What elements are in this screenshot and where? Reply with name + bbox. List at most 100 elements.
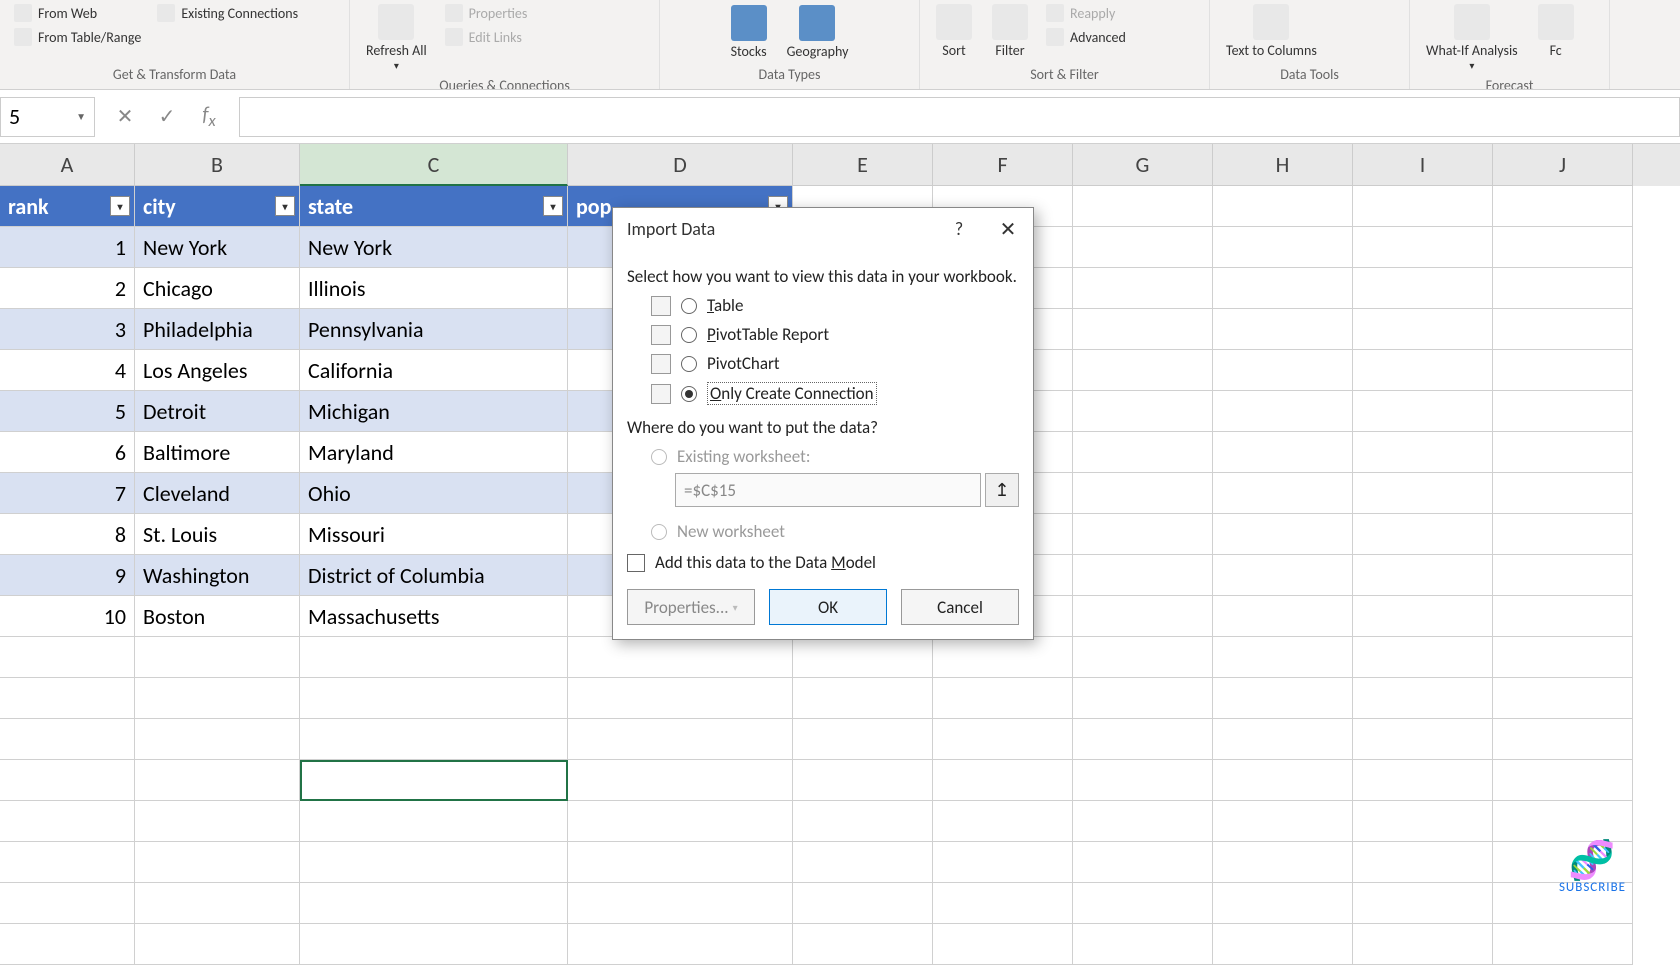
cell-rank[interactable]: 8 — [0, 514, 135, 555]
empty-cell[interactable] — [135, 760, 300, 801]
empty-cell[interactable] — [1073, 227, 1213, 268]
empty-cell[interactable] — [793, 637, 933, 678]
empty-cell[interactable] — [1493, 678, 1633, 719]
cell-state[interactable]: Illinois — [300, 268, 568, 309]
empty-cell[interactable] — [793, 719, 933, 760]
empty-cell[interactable] — [1213, 473, 1353, 514]
cell-rank[interactable]: 9 — [0, 555, 135, 596]
cell-city[interactable]: Los Angeles — [135, 350, 300, 391]
empty-cell[interactable] — [1073, 596, 1213, 637]
empty-cell[interactable] — [1353, 637, 1493, 678]
cell-city[interactable]: Washington — [135, 555, 300, 596]
empty-cell[interactable] — [1073, 637, 1213, 678]
cell-city[interactable]: Chicago — [135, 268, 300, 309]
cancel-formula-button[interactable]: ✕ — [107, 99, 143, 135]
cell-state[interactable]: Michigan — [300, 391, 568, 432]
empty-cell[interactable] — [1213, 637, 1353, 678]
radio-pivotchart[interactable] — [681, 356, 697, 372]
empty-cell[interactable] — [1493, 350, 1633, 391]
empty-cell[interactable] — [1353, 596, 1493, 637]
advanced-button[interactable]: Advanced — [1042, 26, 1130, 48]
col-header-F[interactable]: F — [933, 144, 1073, 186]
empty-cell[interactable] — [0, 801, 135, 842]
empty-cell[interactable] — [0, 883, 135, 924]
empty-cell[interactable] — [1493, 555, 1633, 596]
empty-cell[interactable] — [1353, 268, 1493, 309]
empty-cell[interactable] — [0, 842, 135, 883]
empty-cell[interactable] — [300, 801, 568, 842]
empty-cell[interactable] — [1213, 227, 1353, 268]
from-web-button[interactable]: From Web — [10, 2, 145, 24]
empty-cell[interactable] — [1073, 678, 1213, 719]
empty-cell[interactable] — [1073, 883, 1213, 924]
empty-cell[interactable] — [1493, 309, 1633, 350]
empty-cell[interactable] — [1213, 596, 1353, 637]
col-header-G[interactable]: G — [1073, 144, 1213, 186]
empty-cell[interactable] — [300, 883, 568, 924]
geography-button[interactable]: Geography — [781, 3, 855, 62]
filter-button[interactable]: Filter — [986, 2, 1034, 61]
empty-cell[interactable] — [1073, 186, 1213, 227]
existing-connections-button[interactable]: Existing Connections — [153, 2, 302, 24]
empty-cell[interactable] — [1073, 432, 1213, 473]
empty-cell[interactable] — [1493, 596, 1633, 637]
empty-cell[interactable] — [1213, 760, 1353, 801]
col-header-H[interactable]: H — [1213, 144, 1353, 186]
cell-city[interactable]: New York — [135, 227, 300, 268]
col-header-A[interactable]: A — [0, 144, 135, 186]
chevron-down-icon[interactable]: ▼ — [76, 110, 86, 123]
empty-cell[interactable] — [1213, 883, 1353, 924]
table-header-city[interactable]: city▾ — [135, 186, 300, 227]
empty-cell[interactable] — [1213, 350, 1353, 391]
dialog-help-button[interactable]: ? — [939, 208, 979, 250]
empty-cell[interactable] — [135, 801, 300, 842]
empty-cell[interactable] — [135, 678, 300, 719]
empty-cell[interactable] — [933, 678, 1073, 719]
empty-cell[interactable] — [568, 719, 793, 760]
empty-cell[interactable] — [793, 678, 933, 719]
cell-rank[interactable]: 10 — [0, 596, 135, 637]
cell-rank[interactable]: 1 — [0, 227, 135, 268]
empty-cell[interactable] — [1073, 555, 1213, 596]
ok-button[interactable]: OK — [769, 589, 887, 625]
what-if-button[interactable]: What-If Analysis▾ — [1420, 2, 1524, 74]
empty-cell[interactable] — [1493, 760, 1633, 801]
radio-table[interactable] — [681, 298, 697, 314]
empty-cell[interactable] — [933, 719, 1073, 760]
checkbox-data-model[interactable] — [627, 554, 645, 572]
empty-cell[interactable] — [1353, 801, 1493, 842]
empty-cell[interactable] — [0, 678, 135, 719]
empty-cell[interactable] — [568, 678, 793, 719]
empty-cell[interactable] — [1073, 268, 1213, 309]
empty-cell[interactable] — [1213, 186, 1353, 227]
empty-cell[interactable] — [933, 883, 1073, 924]
filter-dropdown-icon[interactable]: ▾ — [543, 196, 563, 216]
empty-cell[interactable] — [1213, 555, 1353, 596]
empty-cell[interactable] — [300, 842, 568, 883]
cell-state[interactable]: Massachusetts — [300, 596, 568, 637]
empty-cell[interactable] — [1353, 432, 1493, 473]
empty-cell[interactable] — [1213, 309, 1353, 350]
col-header-E[interactable]: E — [793, 144, 933, 186]
cell-city[interactable]: Boston — [135, 596, 300, 637]
empty-cell[interactable] — [1213, 801, 1353, 842]
empty-cell[interactable] — [1353, 350, 1493, 391]
empty-cell[interactable] — [1073, 760, 1213, 801]
empty-cell[interactable] — [1213, 719, 1353, 760]
empty-cell[interactable] — [1493, 268, 1633, 309]
empty-cell[interactable] — [568, 637, 793, 678]
empty-cell[interactable] — [1213, 268, 1353, 309]
empty-cell[interactable] — [1353, 719, 1493, 760]
empty-cell[interactable] — [1213, 432, 1353, 473]
col-header-I[interactable]: I — [1353, 144, 1493, 186]
empty-cell[interactable] — [1073, 719, 1213, 760]
empty-cell[interactable] — [300, 678, 568, 719]
empty-cell[interactable] — [568, 760, 793, 801]
cell-rank[interactable]: 5 — [0, 391, 135, 432]
cell-rank[interactable]: 2 — [0, 268, 135, 309]
sort-button[interactable]: Sort — [930, 2, 978, 61]
cell-city[interactable]: Philadelphia — [135, 309, 300, 350]
empty-cell[interactable] — [135, 719, 300, 760]
cell-state[interactable]: Pennsylvania — [300, 309, 568, 350]
cell-city[interactable]: St. Louis — [135, 514, 300, 555]
